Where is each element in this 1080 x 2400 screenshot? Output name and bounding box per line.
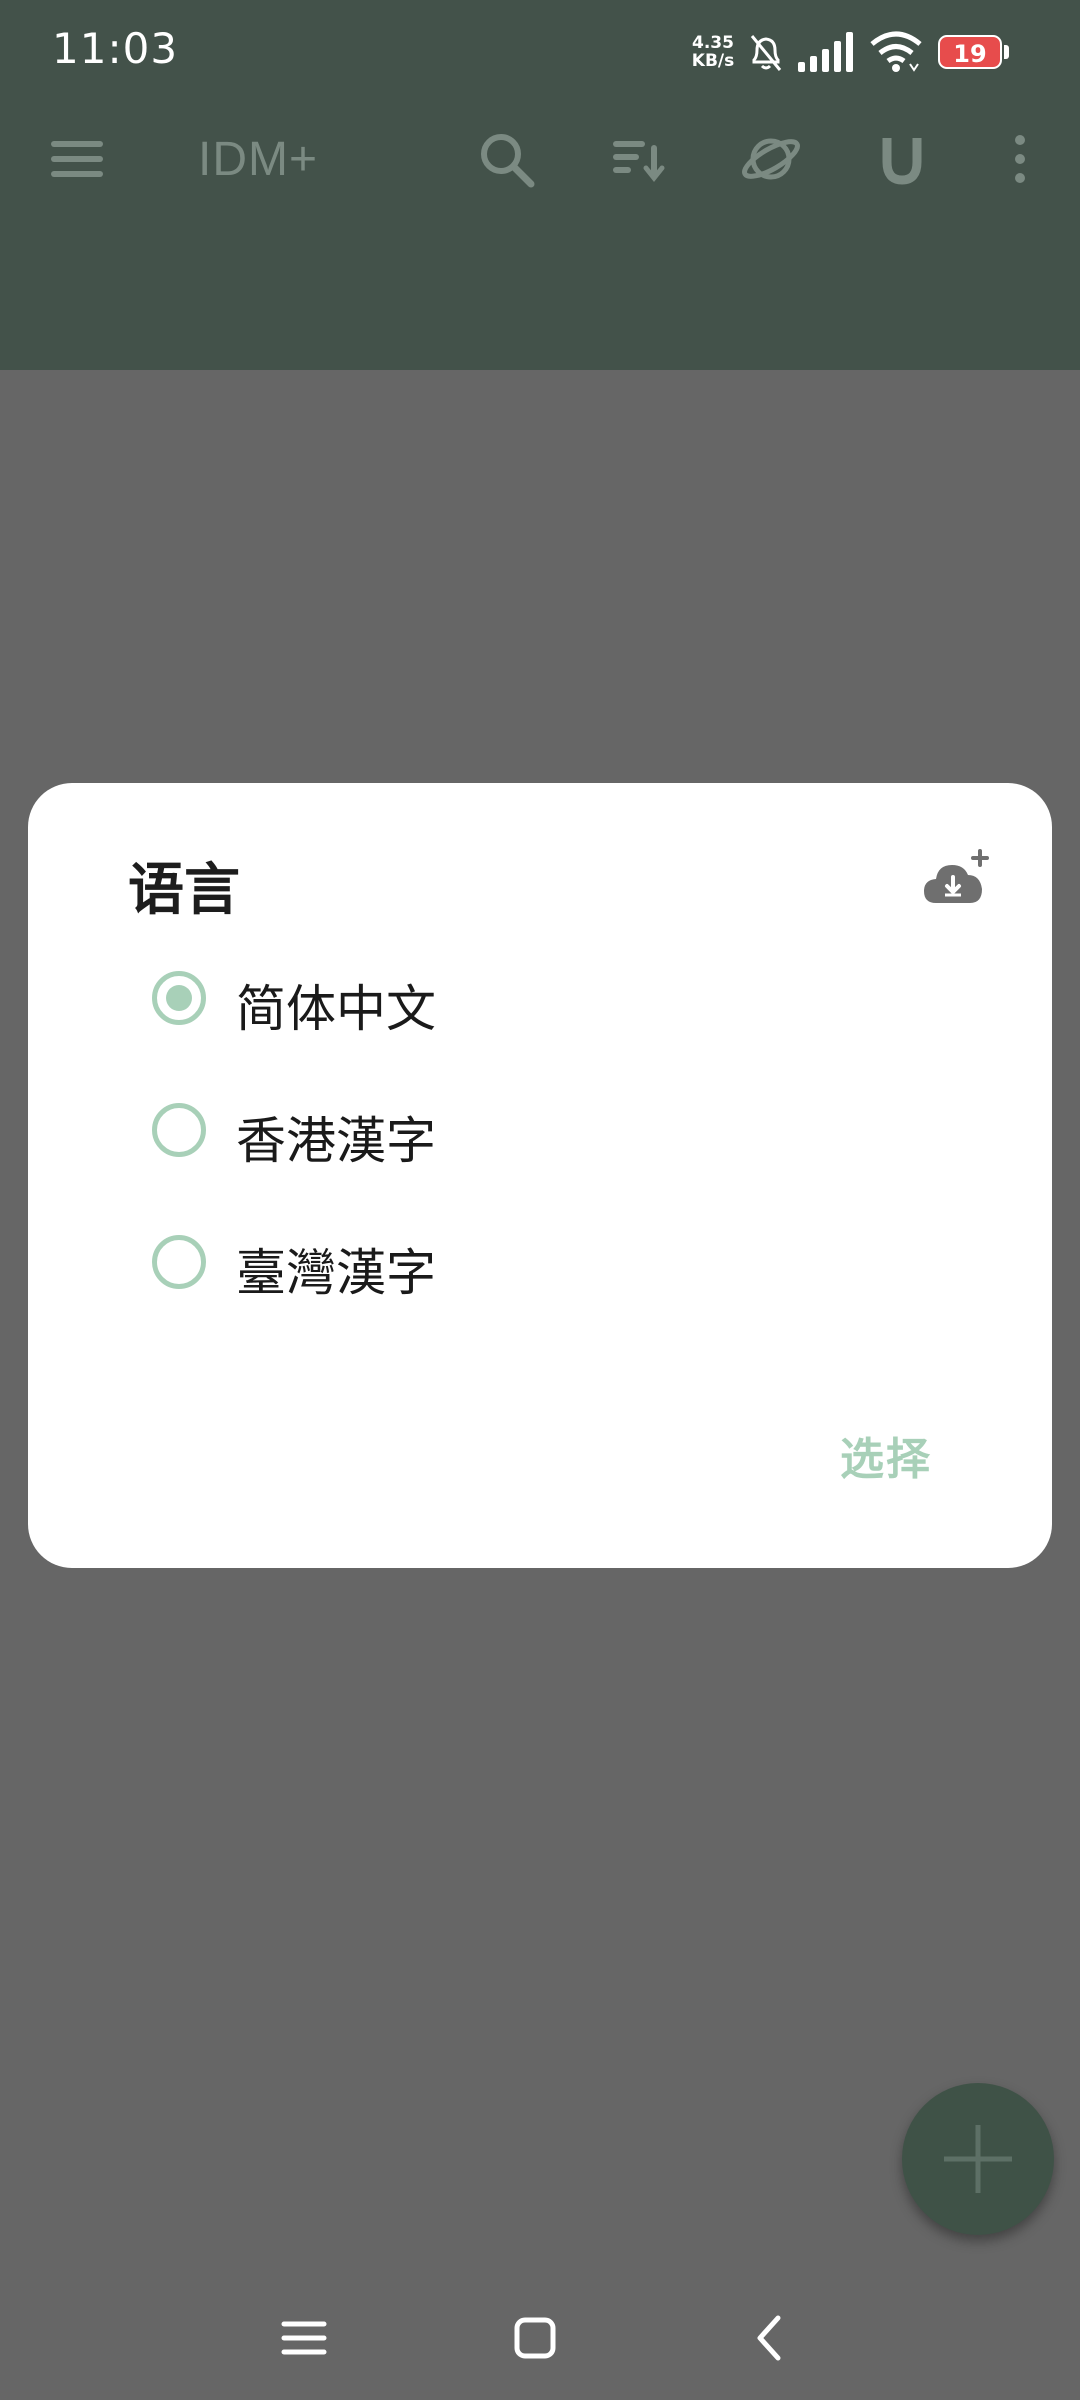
home-square-icon[interactable] [503, 2306, 567, 2370]
network-speed: 4.35 KB/s [688, 34, 738, 70]
more-vert-icon[interactable] [987, 126, 1053, 192]
status-time: 11:03 [52, 24, 179, 73]
toolbar: IDM+ [0, 104, 1080, 214]
language-option-taiwan[interactable]: 臺灣漢字 [28, 1197, 1052, 1329]
magnet-icon[interactable] [869, 126, 935, 192]
plus-icon [944, 2125, 1012, 2193]
status-bar: 11:03 4.35 KB/s 19 [0, 0, 1080, 104]
option-label: 臺灣漢字 [236, 1244, 436, 1302]
option-label: 香港漢字 [236, 1112, 436, 1170]
back-chevron-icon[interactable] [738, 2306, 802, 2370]
select-button[interactable]: 选择 [840, 1423, 932, 1487]
dialog-title: 语言 [128, 858, 240, 923]
wifi-icon [870, 30, 922, 78]
app-bar: 11:03 4.35 KB/s 19 IDM+ [0, 0, 1080, 370]
menu-icon[interactable] [44, 126, 110, 192]
sort-icon[interactable] [606, 126, 672, 192]
language-option-simplified[interactable]: 简体中文 [28, 933, 1052, 1065]
battery-icon [1004, 45, 1009, 59]
radio-unselected[interactable] [152, 1103, 206, 1157]
option-label: 简体中文 [236, 980, 436, 1038]
recents-menu-icon[interactable] [272, 2306, 336, 2370]
language-dialog: 语言 简体中文 香港漢字 臺灣漢字 选择 [28, 783, 1052, 1568]
network-speed-value: 4.35 [692, 33, 734, 53]
app-title: IDM+ [198, 133, 319, 186]
language-option-hongkong[interactable]: 香港漢字 [28, 1065, 1052, 1197]
language-options: 简体中文 香港漢字 臺灣漢字 [28, 933, 1052, 1329]
battery-indicator: 19 [938, 35, 1002, 69]
add-download-button[interactable] [902, 2083, 1054, 2235]
system-nav-bar [0, 2276, 1080, 2400]
browser-planet-icon[interactable] [738, 126, 804, 192]
radio-selected[interactable] [152, 971, 206, 1025]
bell-off-icon [746, 30, 786, 78]
network-speed-unit: KB/s [691, 51, 735, 71]
signal-icon [796, 30, 858, 78]
search-icon[interactable] [473, 126, 539, 192]
cloud-download-add-icon[interactable] [920, 845, 992, 917]
radio-unselected[interactable] [152, 1235, 206, 1289]
radio-dot [166, 985, 192, 1011]
